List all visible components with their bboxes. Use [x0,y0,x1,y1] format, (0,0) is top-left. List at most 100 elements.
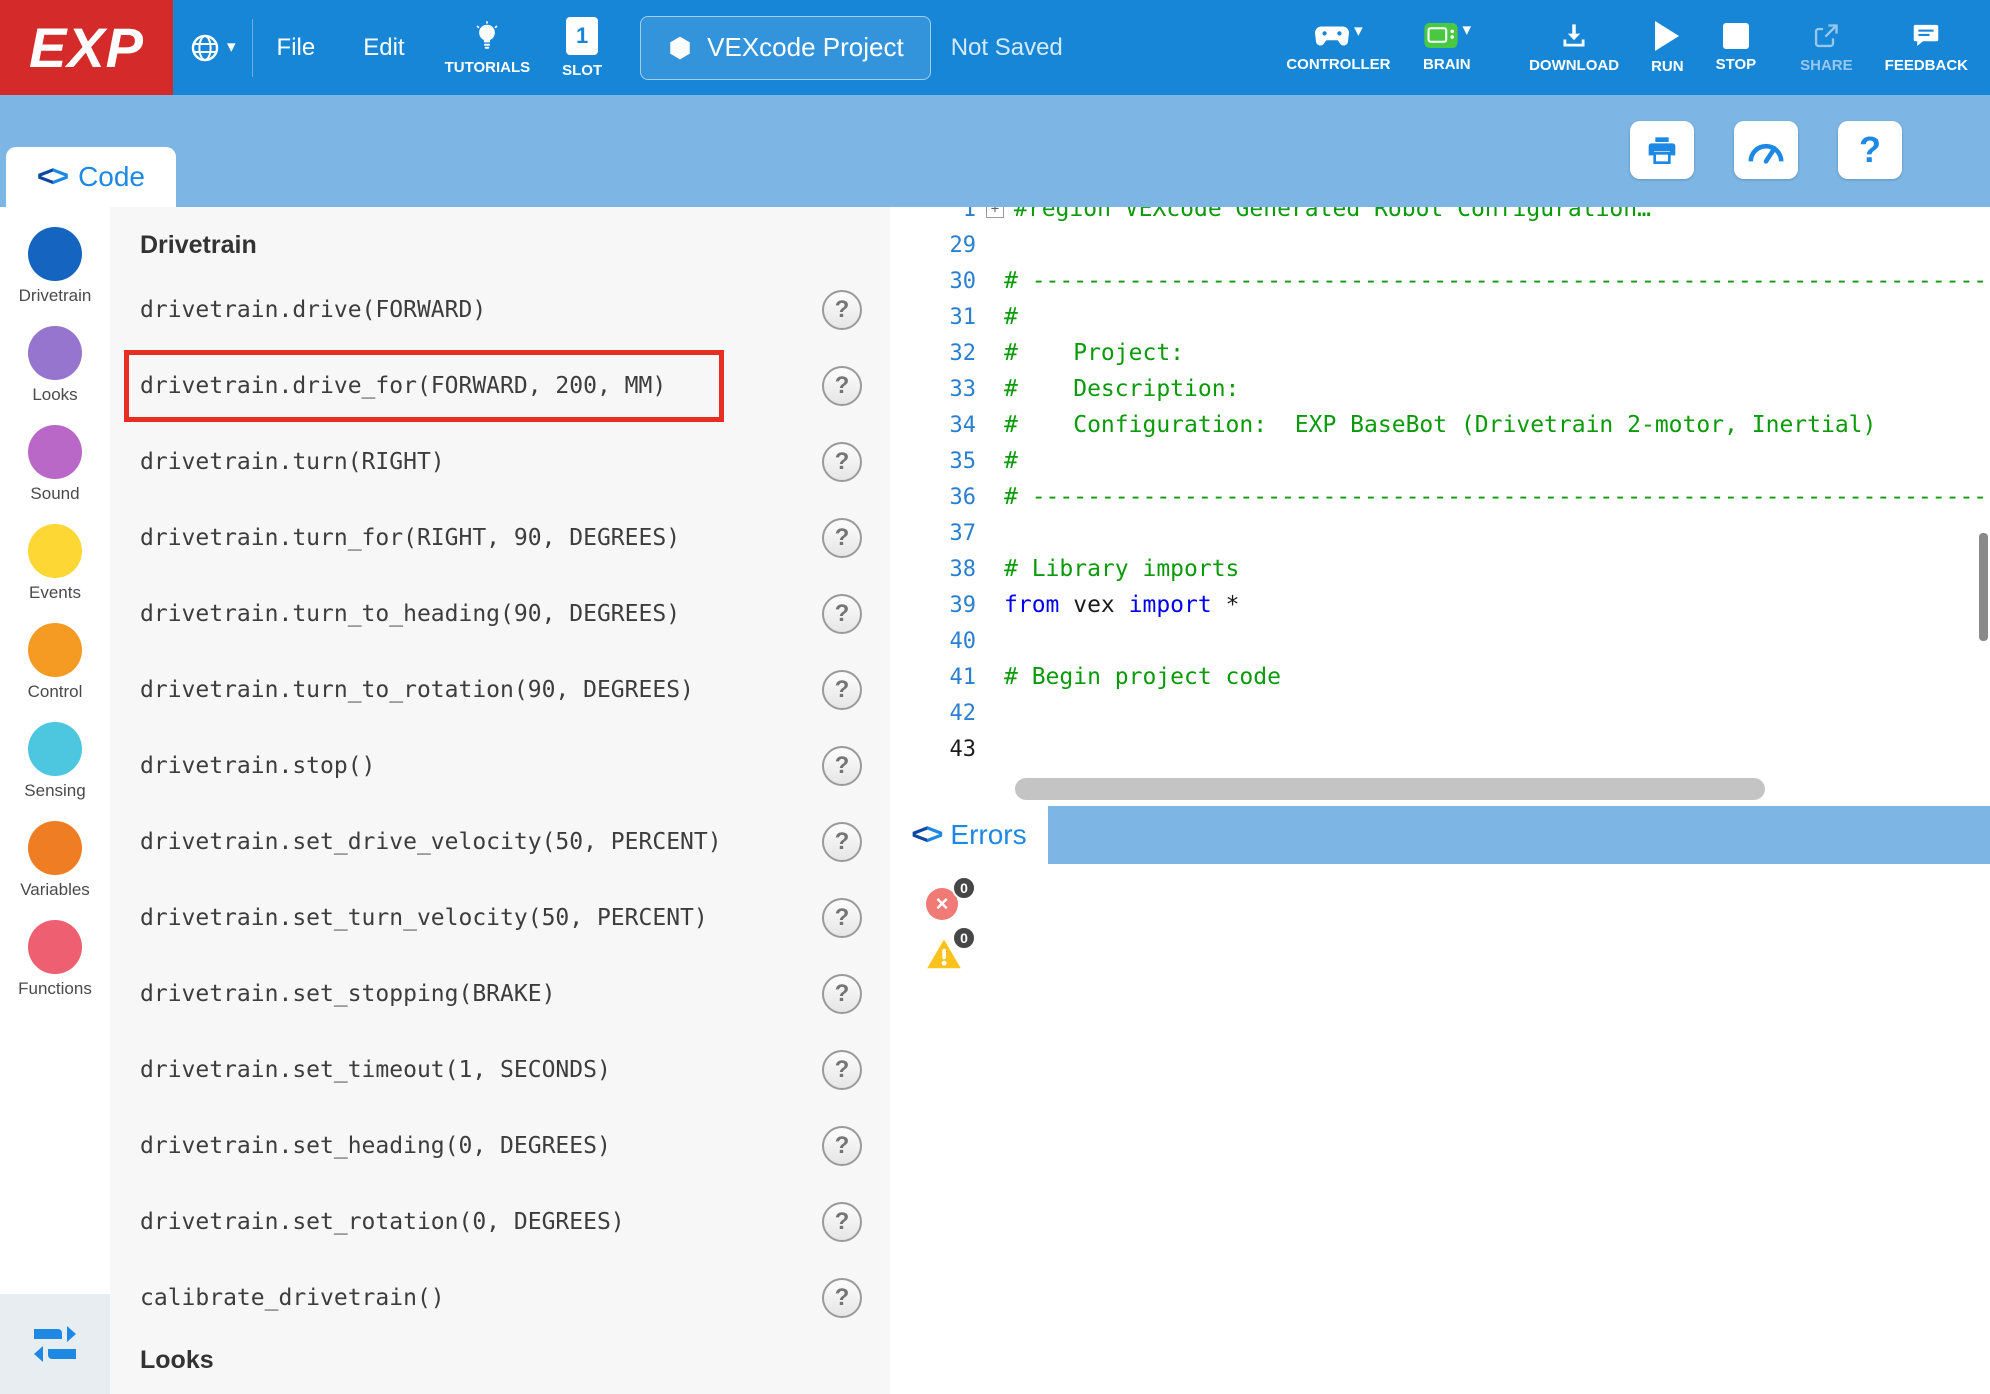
command-item[interactable]: drivetrain.turn_for(RIGHT, 90, DEGREES)? [140,500,890,576]
share-icon [1811,22,1841,50]
sidebar-item-control[interactable]: Control [0,611,110,710]
command-item[interactable]: drivetrain.stop()? [140,728,890,804]
project-name-button[interactable]: VEXcode Project [640,16,931,80]
tab-code[interactable]: <> Code [6,147,176,207]
command-help-button[interactable]: ? [822,898,862,938]
language-menu[interactable]: ▾ [173,0,252,95]
command-text: drivetrain.stop() [140,753,375,779]
variables-category-icon [28,821,82,875]
command-help-button[interactable]: ? [822,518,862,558]
code-tab-label: Code [78,161,145,193]
command-help-button[interactable]: ? [822,366,862,406]
line-number: 42 [890,701,976,726]
command-help-button[interactable]: ? [822,594,862,634]
command-item[interactable]: drivetrain.drive_for(FORWARD, 200, MM)? [140,348,890,424]
command-help-button[interactable]: ? [822,1202,862,1242]
line-number: 30 [890,269,976,294]
line-number: 29 [890,233,976,258]
printer-icon [1644,134,1680,166]
download-button[interactable]: DOWNLOAD [1513,0,1635,95]
errors-panel: <> Errors × 0 0 [890,806,1990,1394]
command-help-button[interactable]: ? [822,974,862,1014]
command-help-button[interactable]: ? [822,442,862,482]
dashboard-button[interactable] [1734,121,1798,179]
slot-label: SLOT [562,62,602,79]
command-item[interactable]: drivetrain.turn(RIGHT)? [140,424,890,500]
command-text: drivetrain.set_drive_velocity(50, PERCEN… [140,829,722,855]
tutorials-button[interactable]: TUTORIALS [429,0,547,95]
horizontal-scrollbar[interactable] [1015,778,1765,800]
chevron-down-icon: ▾ [1463,22,1472,39]
error-status: × 0 [926,888,962,924]
command-text: drivetrain.set_stopping(BRAKE) [140,981,555,1007]
edit-menu[interactable]: Edit [339,0,428,95]
code-line: 30# ------------------------------------… [890,263,1990,299]
command-item[interactable]: drivetrain.turn_to_rotation(90, DEGREES)… [140,652,890,728]
feedback-button[interactable]: FEEDBACK [1869,0,1984,95]
line-number: 1 [890,207,976,222]
code-line: 43 [890,731,1990,767]
section-title: Drivetrain [140,231,890,260]
warning-status: 0 [926,938,962,974]
vertical-scrollbar[interactable] [1979,533,1988,641]
command-help-button[interactable]: ? [822,290,862,330]
command-list: drivetrain.drive(FORWARD)?drivetrain.dri… [140,272,890,1336]
command-help-button[interactable]: ? [822,1126,862,1166]
command-item[interactable]: drivetrain.set_drive_velocity(50, PERCEN… [140,804,890,880]
code-editor[interactable]: 1+#region VEXcode Generated Robot Config… [890,207,1990,806]
command-help-button[interactable]: ? [822,822,862,862]
tab-errors[interactable]: <> Errors [890,806,1048,864]
category-list: DrivetrainLooksSoundEventsControlSensing… [0,207,110,1007]
line-number: 35 [890,449,976,474]
command-item[interactable]: drivetrain.turn_to_heading(90, DEGREES)? [140,576,890,652]
toggle-editor-mode-button[interactable] [0,1294,110,1394]
code-text: # [1004,448,1018,474]
controller-button[interactable]: ▾ CONTROLLER [1270,0,1406,95]
sidebar-item-looks[interactable]: Looks [0,314,110,413]
errors-tab-label: Errors [950,819,1026,851]
code-text: # Project: [1004,340,1184,366]
sidebar-item-events[interactable]: Events [0,512,110,611]
file-menu[interactable]: File [253,0,340,95]
lightbulb-icon [472,20,502,52]
command-item[interactable]: calibrate_drivetrain()? [140,1260,890,1336]
code-text: # Library imports [1004,556,1239,582]
share-button[interactable]: SHARE [1784,0,1869,95]
print-console-button[interactable] [1630,121,1694,179]
command-help-button[interactable]: ? [822,1278,862,1318]
download-label: DOWNLOAD [1529,57,1619,74]
command-help-button[interactable]: ? [822,746,862,786]
brain-button[interactable]: ▾ BRAIN [1407,0,1488,95]
sidebar-item-functions[interactable]: Functions [0,908,110,1007]
command-item[interactable]: drivetrain.set_turn_velocity(50, PERCENT… [140,880,890,956]
sidebar-item-drivetrain[interactable]: Drivetrain [0,215,110,314]
warning-count-badge: 0 [952,926,976,950]
run-button[interactable]: RUN [1635,0,1700,95]
command-item[interactable]: drivetrain.set_rotation(0, DEGREES)? [140,1184,890,1260]
code-line: 40 [890,623,1990,659]
command-item[interactable]: drivetrain.set_timeout(1, SECONDS)? [140,1032,890,1108]
command-item[interactable]: drivetrain.set_heading(0, DEGREES)? [140,1108,890,1184]
workspace-bar: <> Code ? [0,95,1990,207]
code-text: # Begin project code [1004,664,1281,690]
line-number: 32 [890,341,976,366]
line-number: 34 [890,413,976,438]
gauge-icon [1746,134,1786,166]
line-number: 37 [890,521,976,546]
sidebar-item-variables[interactable]: Variables [0,809,110,908]
vexcode-app: EXP ▾ File Edit TUTORIALS [0,0,1990,1394]
line-number: 40 [890,629,976,654]
code-line: 1+#region VEXcode Generated Robot Config… [890,207,1990,227]
stop-button[interactable]: STOP [1700,0,1773,95]
fold-expand-icon[interactable]: + [986,207,1004,218]
help-button[interactable]: ? [1838,121,1902,179]
slot-button[interactable]: 1 SLOT [546,0,618,95]
command-item[interactable]: drivetrain.set_stopping(BRAKE)? [140,956,890,1032]
command-help-button[interactable]: ? [822,1050,862,1090]
command-item[interactable]: drivetrain.drive(FORWARD)? [140,272,890,348]
sidebar-item-sensing[interactable]: Sensing [0,710,110,809]
command-help-button[interactable]: ? [822,670,862,710]
command-text: drivetrain.turn_to_rotation(90, DEGREES) [140,677,694,703]
code-line: 34# Configuration: EXP BaseBot (Drivetra… [890,407,1990,443]
sidebar-item-sound[interactable]: Sound [0,413,110,512]
